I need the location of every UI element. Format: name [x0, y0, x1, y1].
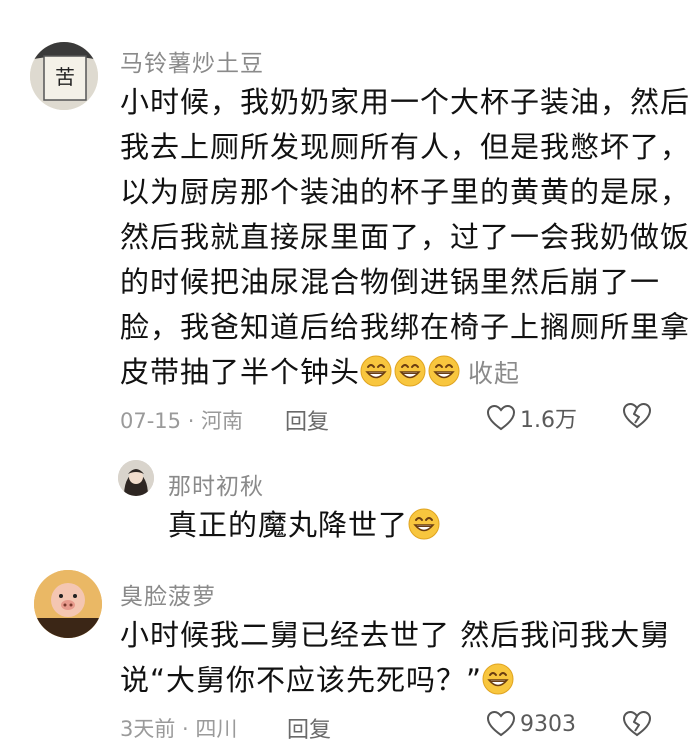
comment-text: 小时候，我奶奶家用一个大杯子装油，然后 我去上厕所发现厕所有人，但是我憋坏了， …: [120, 80, 690, 396]
avatar[interactable]: 苦: [30, 42, 98, 110]
comment-meta: 07-15 · 河南: [120, 409, 244, 433]
dislike-button[interactable]: [622, 710, 652, 742]
reply-button[interactable]: 回复: [285, 404, 329, 436]
like-button[interactable]: 9303: [486, 710, 576, 738]
comment-line-last: 真正的魔丸降世了: [168, 503, 442, 548]
avatar[interactable]: [34, 570, 102, 638]
broken-heart-icon: [622, 402, 652, 429]
grinning-face-icon: [408, 508, 440, 540]
heart-outline-icon: [486, 404, 516, 431]
heart-outline-icon: [486, 710, 516, 737]
grinning-face-icon: [428, 355, 460, 387]
meme-face-avatar-icon: 苦: [30, 42, 98, 110]
comment-text: 小时候我二舅已经去世了 然后我问我大舅 说“大舅你不应该先死吗？”: [120, 613, 670, 703]
comment-line: 我去上厕所发现厕所有人，但是我憋坏了，: [120, 130, 690, 164]
comment-line-text: 说“大舅你不应该先死吗？”: [120, 663, 483, 697]
person-avatar-icon: [118, 460, 154, 496]
username[interactable]: 马铃薯炒土豆: [120, 44, 264, 78]
grinning-face-icon: [394, 355, 426, 387]
grinning-face-icon: [360, 355, 392, 387]
like-count: 9303: [520, 711, 576, 737]
reply-button[interactable]: 回复: [287, 712, 331, 744]
comment-line: 小时候我二舅已经去世了 然后我问我大舅: [120, 618, 671, 652]
avatar[interactable]: [118, 460, 154, 496]
comment-line-text: 真正的魔丸降世了: [168, 508, 409, 542]
comment-line: 的时候把油尿混合物倒进锅里然后崩了一: [120, 265, 661, 299]
comment-meta: 3天前 · 四川: [120, 717, 238, 741]
username[interactable]: 那时初秋: [168, 467, 264, 501]
comment-line: 小时候，我奶奶家用一个大杯子装油，然后: [120, 85, 690, 119]
cartoon-pig-avatar-icon: [34, 570, 102, 638]
like-button[interactable]: 1.6万: [486, 402, 577, 434]
dislike-button[interactable]: [622, 402, 652, 434]
comment-line: 以为厨房那个装油的杯子里的黄黄的是尿，: [120, 175, 690, 209]
broken-heart-icon: [622, 710, 652, 737]
svg-text:苦: 苦: [55, 65, 75, 89]
comment-line-last: 说“大舅你不应该先死吗？”: [120, 658, 670, 703]
comment-line: 脸，我爸知道后给我绑在椅子上搁厕所里拿: [120, 310, 690, 344]
collapse-button[interactable]: 收起: [468, 359, 520, 388]
comment-line-text: 皮带抽了半个钟头: [120, 355, 361, 389]
username[interactable]: 臭脸菠萝: [120, 577, 216, 611]
comment-line-last: 皮带抽了半个钟头 收起: [120, 350, 690, 396]
comment-line: 然后我就直接尿里面了，过了一会我奶做饭: [120, 220, 690, 254]
comment-text: 真正的魔丸降世了: [168, 503, 442, 548]
grinning-face-icon: [482, 663, 514, 695]
like-count: 1.6万: [520, 408, 577, 433]
